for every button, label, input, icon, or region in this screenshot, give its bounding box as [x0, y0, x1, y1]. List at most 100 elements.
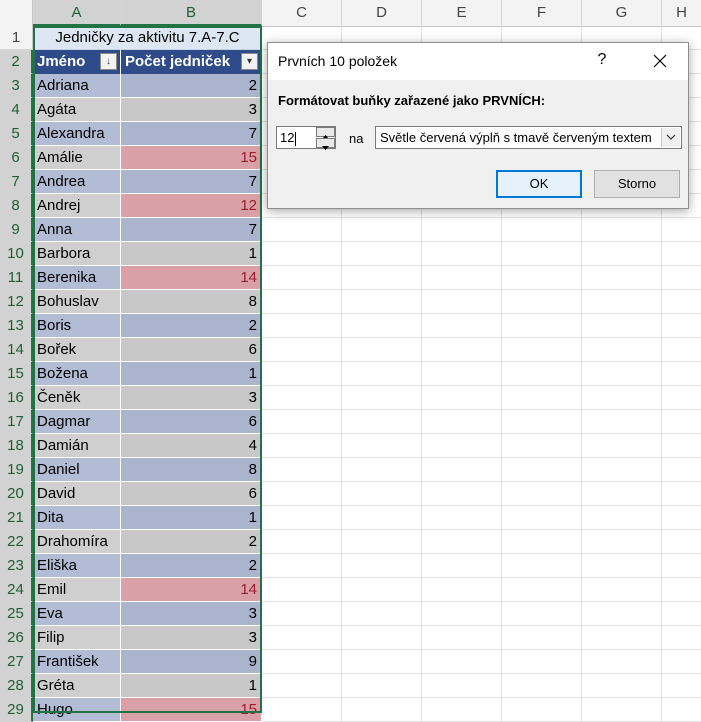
empty-cell[interactable]: [422, 578, 502, 602]
ok-button[interactable]: OK: [496, 170, 582, 198]
table-row-count-cell[interactable]: 6: [121, 338, 262, 362]
empty-cell[interactable]: [582, 650, 662, 674]
empty-cell[interactable]: [582, 434, 662, 458]
empty-cell[interactable]: [262, 602, 342, 626]
empty-cell[interactable]: [582, 290, 662, 314]
empty-cell[interactable]: [262, 650, 342, 674]
close-icon[interactable]: [648, 50, 672, 72]
table-row-name-cell[interactable]: Drahomíra: [33, 530, 121, 554]
row-header-6[interactable]: 6: [0, 146, 33, 170]
empty-cell[interactable]: [502, 554, 582, 578]
row-header-14[interactable]: 14: [0, 338, 33, 362]
row-header-13[interactable]: 13: [0, 314, 33, 338]
empty-cell[interactable]: [582, 458, 662, 482]
empty-cell[interactable]: [342, 362, 422, 386]
empty-cell[interactable]: [342, 242, 422, 266]
empty-cell[interactable]: [342, 650, 422, 674]
empty-cell[interactable]: [662, 602, 701, 626]
table-row-name-cell[interactable]: Berenika: [33, 266, 121, 290]
table-row-name-cell[interactable]: Anna: [33, 218, 121, 242]
empty-cell[interactable]: [502, 386, 582, 410]
empty-cell[interactable]: [662, 578, 701, 602]
table-row-name-cell[interactable]: Boris: [33, 314, 121, 338]
empty-cell[interactable]: [342, 530, 422, 554]
empty-cell[interactable]: [342, 626, 422, 650]
table-row-name-cell[interactable]: Dita: [33, 506, 121, 530]
empty-cell[interactable]: [662, 698, 701, 722]
empty-cell[interactable]: [662, 218, 701, 242]
row-header-15[interactable]: 15: [0, 362, 33, 386]
empty-cell[interactable]: [502, 434, 582, 458]
table-row-count-cell[interactable]: 6: [121, 410, 262, 434]
empty-cell[interactable]: [422, 650, 502, 674]
empty-cell[interactable]: [342, 458, 422, 482]
empty-cell[interactable]: [582, 506, 662, 530]
table-row-name-cell[interactable]: Damián: [33, 434, 121, 458]
table-row-name-cell[interactable]: Čeněk: [33, 386, 121, 410]
row-header-25[interactable]: 25: [0, 602, 33, 626]
table-row-name-cell[interactable]: Eliška: [33, 554, 121, 578]
empty-cell[interactable]: [662, 530, 701, 554]
empty-cell[interactable]: [502, 362, 582, 386]
column-header-d[interactable]: D: [342, 0, 422, 26]
empty-cell[interactable]: [502, 626, 582, 650]
filter-dropdown-icon[interactable]: ▾: [241, 53, 258, 70]
empty-cell[interactable]: [262, 290, 342, 314]
table-row-count-cell[interactable]: 14: [121, 578, 262, 602]
empty-cell[interactable]: [262, 218, 342, 242]
table-row-name-cell[interactable]: Dagmar: [33, 410, 121, 434]
table-row-name-cell[interactable]: Daniel: [33, 458, 121, 482]
empty-cell[interactable]: [662, 434, 701, 458]
table-row-name-cell[interactable]: Amálie: [33, 146, 121, 170]
empty-cell[interactable]: [582, 338, 662, 362]
empty-cell[interactable]: [342, 506, 422, 530]
table-row-count-cell[interactable]: 9: [121, 650, 262, 674]
row-header-11[interactable]: 11: [0, 266, 33, 290]
table-row-count-cell[interactable]: 8: [121, 458, 262, 482]
empty-cell[interactable]: [502, 650, 582, 674]
empty-cell[interactable]: [502, 458, 582, 482]
empty-cell[interactable]: [502, 506, 582, 530]
empty-cell[interactable]: [342, 218, 422, 242]
row-header-27[interactable]: 27: [0, 650, 33, 674]
empty-cell[interactable]: [262, 554, 342, 578]
row-header-9[interactable]: 9: [0, 218, 33, 242]
row-header-2[interactable]: 2: [0, 50, 33, 74]
column-header-b[interactable]: B: [121, 0, 262, 26]
empty-cell[interactable]: [582, 386, 662, 410]
empty-cell[interactable]: [422, 386, 502, 410]
empty-cell[interactable]: [422, 218, 502, 242]
table-row-count-cell[interactable]: 1: [121, 506, 262, 530]
row-header-4[interactable]: 4: [0, 98, 33, 122]
row-header-1[interactable]: 1: [0, 26, 33, 50]
table-row-count-cell[interactable]: 7: [121, 170, 262, 194]
table-row-count-cell[interactable]: 15: [121, 146, 262, 170]
empty-cell[interactable]: [662, 626, 701, 650]
empty-cell[interactable]: [582, 482, 662, 506]
empty-cell[interactable]: [342, 434, 422, 458]
select-all-corner[interactable]: [0, 0, 33, 26]
row-header-3[interactable]: 3: [0, 74, 33, 98]
empty-cell[interactable]: [262, 530, 342, 554]
empty-cell[interactable]: [422, 506, 502, 530]
empty-cell[interactable]: [262, 338, 342, 362]
row-header-16[interactable]: 16: [0, 386, 33, 410]
spin-down-icon[interactable]: [316, 138, 335, 150]
row-header-22[interactable]: 22: [0, 530, 33, 554]
empty-cell[interactable]: [422, 602, 502, 626]
row-header-18[interactable]: 18: [0, 434, 33, 458]
table-row-name-cell[interactable]: Filip: [33, 626, 121, 650]
column-header-e[interactable]: E: [422, 0, 502, 26]
empty-cell[interactable]: [502, 410, 582, 434]
table-row-name-cell[interactable]: Hugo: [33, 698, 121, 722]
empty-cell[interactable]: [582, 314, 662, 338]
empty-cell[interactable]: [662, 290, 701, 314]
empty-cell[interactable]: [342, 674, 422, 698]
table-row-name-cell[interactable]: Gréta: [33, 674, 121, 698]
empty-cell[interactable]: [422, 698, 502, 722]
row-header-8[interactable]: 8: [0, 194, 33, 218]
empty-cell[interactable]: [502, 602, 582, 626]
row-header-19[interactable]: 19: [0, 458, 33, 482]
empty-cell[interactable]: [422, 458, 502, 482]
empty-cell[interactable]: [422, 674, 502, 698]
